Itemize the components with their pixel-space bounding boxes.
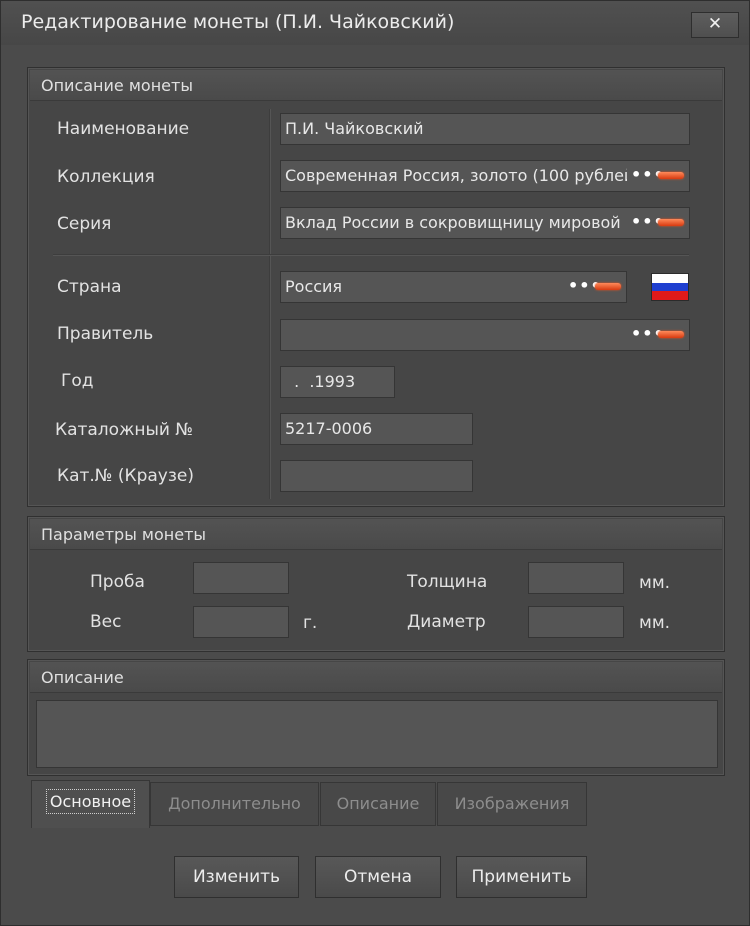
title-bar[interactable]: Редактирование монеты (П.И. Чайковский) … [1,1,749,45]
flag-stripe-white [652,274,688,283]
flag-stripe-red [652,291,688,300]
description-title: Описание [41,668,124,687]
coin-params-title: Параметры монеты [41,525,207,544]
country-label: Страна [57,277,122,297]
weight-unit: г. [303,613,318,633]
krause-number-field[interactable] [280,460,473,492]
weight-field[interactable] [193,606,289,638]
collection-browse-button[interactable]: ••• [631,161,664,191]
tab-main-label: Основное [45,789,136,814]
ruler-clear-icon[interactable] [658,331,684,338]
window-title: Редактирование монеты (П.И. Чайковский) [21,11,455,33]
name-field[interactable]: П.И. Чайковский [280,113,690,145]
collection-field[interactable]: Современная Россия, золото (100 рублей) … [280,160,690,192]
diameter-unit: мм. [639,613,671,633]
apply-button[interactable]: Применить [456,856,587,898]
year-field[interactable]: . .1993 [280,366,395,398]
flag-stripe-blue [652,282,688,292]
close-button[interactable]: ✕ [691,12,739,38]
description-header: Описание [30,662,722,693]
diameter-label: Диаметр [407,612,486,632]
year-value: . .1993 [289,372,356,391]
coin-description-title: Описание монеты [41,76,193,95]
collection-value: Современная Россия, золото (100 рублей) [285,166,627,185]
weight-label: Вес [90,612,122,632]
thickness-unit: мм. [639,573,671,593]
series-browse-button[interactable]: ••• [631,208,664,238]
collection-clear-icon[interactable] [658,172,684,179]
series-label: Серия [57,214,112,234]
tab-images[interactable]: Изображения [437,782,587,826]
series-field[interactable]: Вклад России в сокровищницу мировой куль… [280,207,690,239]
catalog-number-value: 5217-0006 [285,419,373,438]
coin-params-header: Параметры монеты [30,519,722,550]
ruler-field[interactable]: ••• [280,319,690,351]
ruler-browse-button[interactable]: ••• [631,320,664,350]
country-value: Россия [285,277,343,296]
country-browse-button[interactable]: ••• [568,272,601,302]
catalog-number-field[interactable]: 5217-0006 [280,413,473,445]
close-icon: ✕ [707,14,723,34]
country-field[interactable]: Россия ••• [280,271,627,303]
coin-edit-window: Редактирование монеты (П.И. Чайковский) … [0,0,750,926]
tab-description[interactable]: Описание [320,782,436,826]
tab-additional[interactable]: Дополнительно [150,782,319,826]
krause-number-label: Кат.№ (Краузе) [57,466,194,486]
catalog-number-label: Каталожный № [55,420,194,440]
label-column-separator [269,109,271,499]
name-label: Наименование [57,119,190,139]
diameter-field[interactable] [528,606,624,638]
series-clear-icon[interactable] [658,219,684,226]
coin-description-header: Описание монеты [30,70,722,101]
fineness-label: Проба [90,572,145,592]
change-button[interactable]: Изменить [174,856,299,898]
russia-flag-icon [651,273,689,301]
thickness-label: Толщина [407,572,488,592]
country-clear-icon[interactable] [595,283,621,290]
name-value: П.И. Чайковский [285,119,424,138]
tab-main[interactable]: Основное [31,780,150,828]
thickness-field[interactable] [528,562,624,594]
tab-description-label: Описание [336,794,420,813]
collection-label: Коллекция [57,167,155,187]
description-panel: Описание [27,659,725,776]
tab-additional-label: Дополнительно [168,794,301,813]
cancel-button[interactable]: Отмена [315,856,441,898]
series-value: Вклад России в сокровищницу мировой куль… [285,213,627,232]
fineness-field[interactable] [193,562,289,594]
section-separator [53,254,689,256]
year-label: Год [61,371,94,391]
tab-images-label: Изображения [454,794,570,813]
ruler-label: Правитель [57,324,154,344]
description-textarea[interactable] [36,700,718,768]
